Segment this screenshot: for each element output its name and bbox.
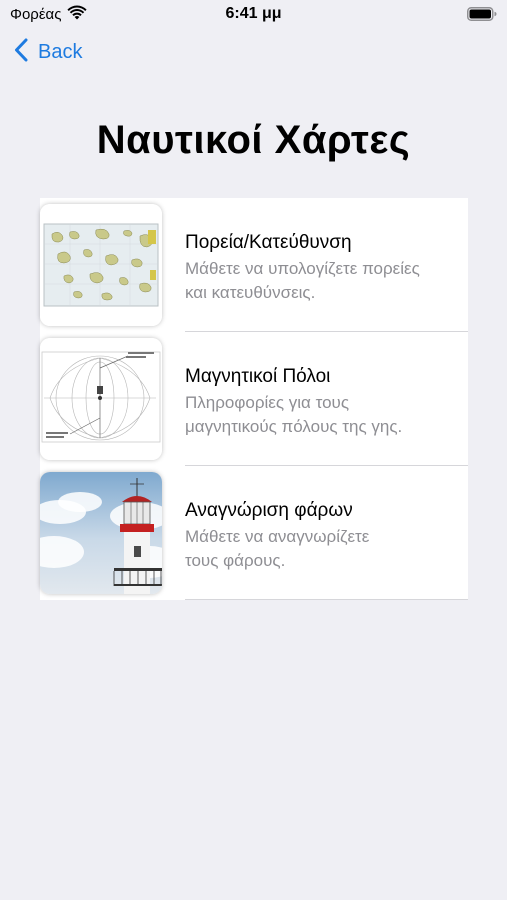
menu-item-title: Αναγνώριση φάρων (185, 500, 353, 521)
back-label: Back (38, 41, 83, 63)
status-bar: Φορέας 6:41 μμ (0, 0, 507, 30)
menu-item-subtitle: Μάθετε να αναγνωρίζετε τους φάρους. (185, 527, 370, 570)
menu-item-text: Μαγνητικοί Πόλοι Πληροφορίες για τους μα… (185, 366, 460, 439)
menu-item-subtitle: Πληροφορίες για τους μαγνητικούς πόλους … (185, 393, 403, 436)
chevron-left-icon (14, 38, 28, 67)
menu-item-title: Μαγνητικοί Πόλοι (185, 366, 331, 387)
lighthouse-photo-thumbnail (40, 472, 162, 594)
menu-item-lighthouse-recognition[interactable]: Αναγνώριση φάρων Μάθετε να αναγνωρίζετε … (40, 466, 468, 600)
menu-item-title: Πορεία/Κατεύθυνση (185, 232, 352, 253)
nautical-chart-thumbnail (40, 204, 162, 326)
battery-icon (467, 7, 497, 26)
menu-item-text: Αναγνώριση φάρων Μάθετε να αναγνωρίζετε … (185, 500, 460, 573)
row-divider (185, 599, 468, 600)
back-button[interactable]: Back (14, 38, 82, 67)
menu-item-course-direction[interactable]: Πορεία/Κατεύθυνση Μάθετε να υπολογίζετε … (40, 198, 468, 332)
magnetic-field-diagram-thumbnail (40, 338, 162, 460)
menu-item-text: Πορεία/Κατεύθυνση Μάθετε να υπολογίζετε … (185, 232, 460, 305)
page-title: Ναυτικοί Χάρτες (96, 118, 411, 162)
menu-list: Πορεία/Κατεύθυνση Μάθετε να υπολογίζετε … (40, 198, 468, 600)
navigation-bar: Back (0, 34, 507, 74)
menu-item-subtitle: Μάθετε να υπολογίζετε πορείες και κατευθ… (185, 259, 420, 302)
menu-item-magnetic-poles[interactable]: Μαγνητικοί Πόλοι Πληροφορίες για τους μα… (40, 332, 468, 466)
status-time: 6:41 μμ (225, 5, 282, 22)
